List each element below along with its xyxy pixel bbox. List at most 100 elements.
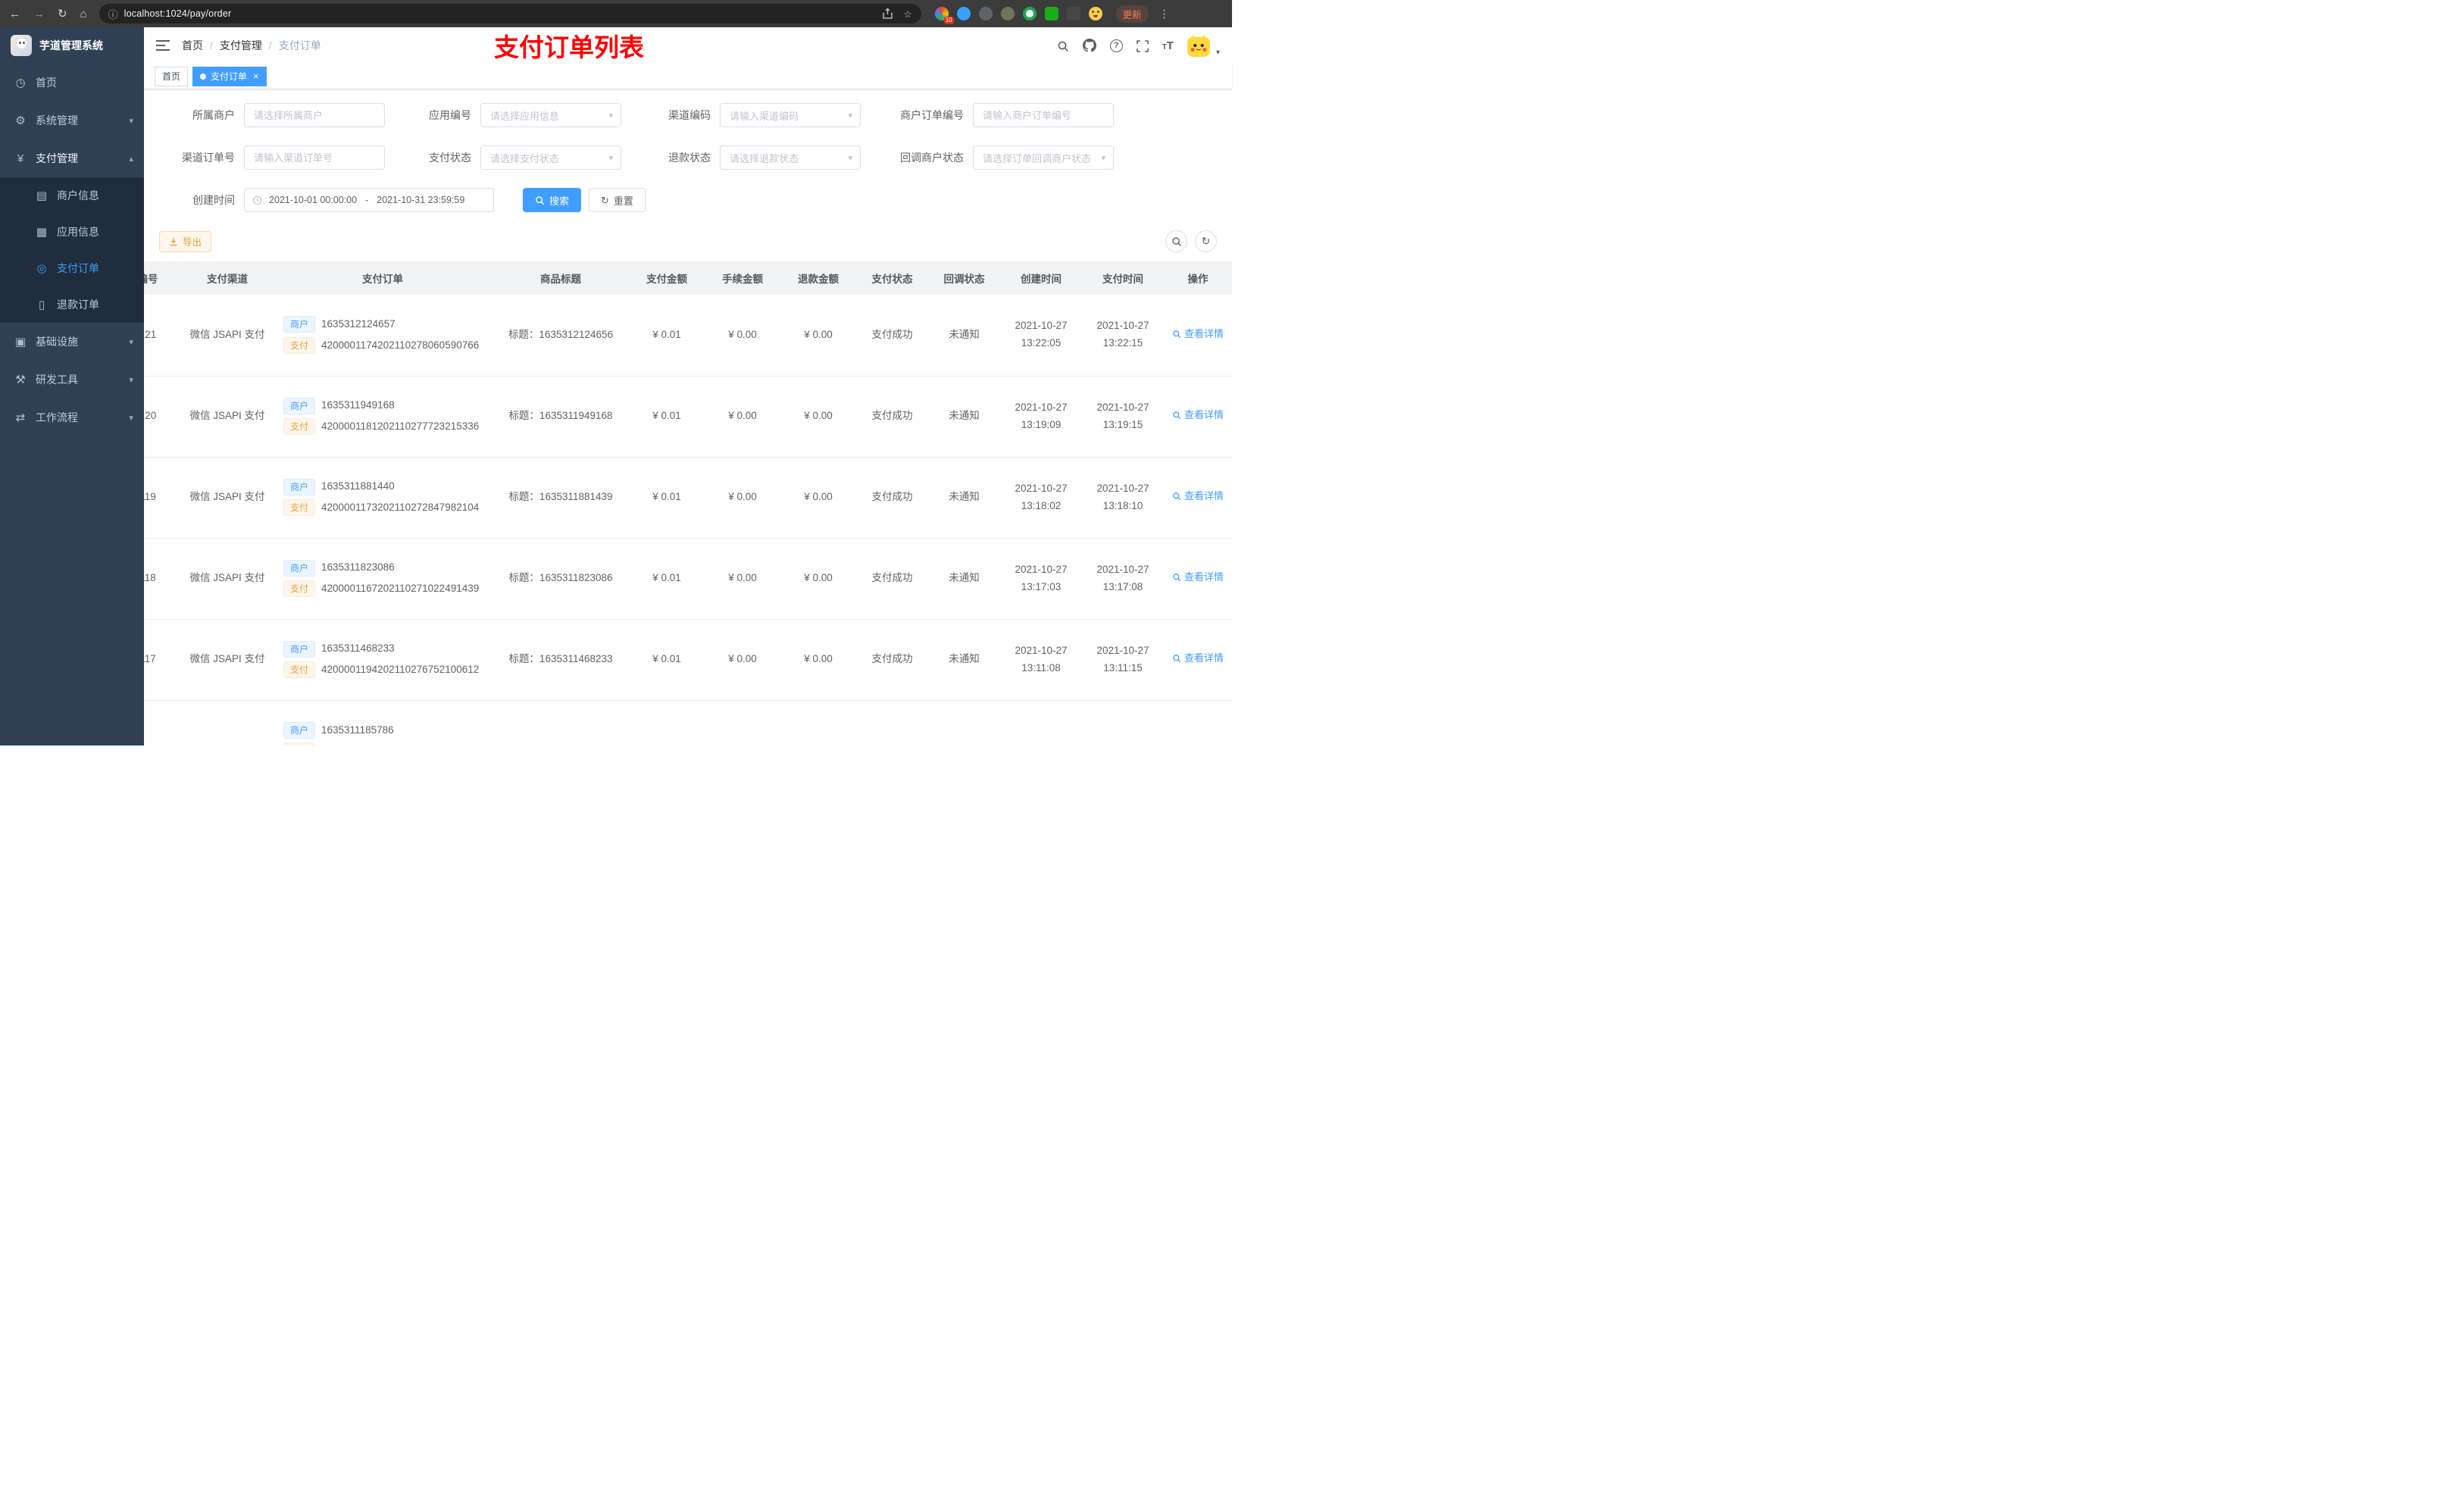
cell-pay-order: 商户 1635311881440 支付 42000011732021102728… <box>273 457 492 539</box>
pay-tag: 支付 <box>283 337 316 355</box>
filter-create-time: 创建时间 2021-10-01 00:00:00 - 2021-10-31 23… <box>159 188 494 212</box>
extension-icon-puzzle[interactable] <box>1066 7 1080 20</box>
browser-update-button[interactable]: 更新 <box>1115 5 1149 23</box>
sidebar-item-pay[interactable]: ¥ 支付管理 ▴ <box>0 139 144 177</box>
github-icon[interactable] <box>1082 39 1096 52</box>
cell-channel: 微信 JSAPI 支付 <box>182 376 273 458</box>
sidebar-item-merchant-info[interactable]: ▤ 商户信息 <box>0 177 144 214</box>
extension-icon-blue[interactable] <box>956 7 971 20</box>
cell-fee: ¥ 0.00 <box>705 457 780 539</box>
browser-reload-icon[interactable]: ↻ <box>58 7 67 20</box>
tab-home[interactable]: 首页 <box>155 66 189 86</box>
pay-order-no: 4200001194202110276752100612 <box>321 664 480 675</box>
cell-title: 标题：1635311881439 <box>492 457 629 539</box>
search-button[interactable]: 搜索 <box>523 188 582 212</box>
cell-channel: 微信 JSAPI 支付 <box>182 619 273 701</box>
cell-action: 查看详情 <box>1164 295 1232 377</box>
extension-icon-colorful[interactable]: 10 <box>934 7 954 24</box>
sidebar-item-app-info[interactable]: ▦ 应用信息 <box>0 214 144 250</box>
chevron-down-icon[interactable]: ▾ <box>1216 48 1220 57</box>
address-bar[interactable]: ⓘ localhost:1024/pay/order ☆ <box>98 4 921 23</box>
merchant-order-no-input[interactable] <box>973 103 1114 127</box>
target-icon: ◎ <box>36 262 47 275</box>
avatar[interactable] <box>1187 34 1210 57</box>
pay-tag: 支付 <box>283 661 316 679</box>
merchant-order-no: 1635311823086 <box>321 561 395 574</box>
cell-refund: ¥ 0.00 <box>780 619 856 701</box>
sidebar-item-dev-tools[interactable]: ⚒ 研发工具 ▾ <box>0 361 144 399</box>
sidebar-item-system[interactable]: ⚙ 系统管理 ▾ <box>0 102 144 139</box>
extension-icon-grey[interactable] <box>978 7 993 20</box>
filter-merchant-order-no: 商户订单编号 <box>880 103 1114 127</box>
breadcrumb-home[interactable]: 首页 <box>182 38 203 53</box>
merchant-order-no: 1635311949168 <box>321 399 395 411</box>
browser-back-icon[interactable]: ← <box>9 8 20 20</box>
refund-status-select[interactable]: 请选择退款状态 ▾ <box>720 145 861 170</box>
search-icon[interactable] <box>1057 39 1069 52</box>
site-info-icon[interactable]: ⓘ <box>108 7 118 21</box>
browser-menu-icon[interactable]: ⋮ <box>1159 8 1170 20</box>
tab-close-icon[interactable]: × <box>253 71 259 81</box>
reset-button[interactable]: ↻ 重置 <box>589 188 646 212</box>
notify-status-select[interactable]: 请选择订单回调商户状态 ▾ <box>973 145 1114 170</box>
sidebar-item-pay-order[interactable]: ◎ 支付订单 <box>0 250 144 286</box>
table-header-cell: 回调状态 <box>928 261 1000 295</box>
active-dot <box>200 73 207 80</box>
channel-order-no-input[interactable] <box>244 145 385 170</box>
search-button-label: 搜索 <box>549 195 570 207</box>
create-time-range-picker[interactable]: 2021-10-01 00:00:00 - 2021-10-31 23:59:5… <box>244 188 494 212</box>
table-header-cell: 支付渠道 <box>182 261 273 295</box>
sidebar-toggle-icon[interactable] <box>156 39 170 52</box>
font-size-icon[interactable]: TT <box>1162 39 1174 52</box>
merchant-input[interactable] <box>244 103 385 127</box>
sidebar-item-infra[interactable]: ▣ 基础设施 ▾ <box>0 323 144 361</box>
extension-icon-green-ring[interactable] <box>1022 7 1037 20</box>
cell-notify-status: 未通知 <box>928 295 1000 377</box>
toggle-search-icon[interactable] <box>1165 230 1187 252</box>
app-logo[interactable]: 芋道管理系统 <box>0 27 144 64</box>
channel-code-select[interactable]: 请输入渠道编码 ▾ <box>720 103 861 127</box>
view-detail-link[interactable]: 查看详情 <box>1172 650 1224 667</box>
clock-icon <box>252 195 262 205</box>
view-detail-link[interactable]: 查看详情 <box>1172 488 1224 505</box>
extension-icon-emoji[interactable] <box>1088 7 1102 20</box>
browser-home-icon[interactable]: ⌂ <box>80 8 87 20</box>
cell-id: 118 <box>144 538 182 620</box>
filter-row-3: 创建时间 2021-10-01 00:00:00 - 2021-10-31 23… <box>159 188 1217 212</box>
cell-amount: ¥ 0.01 <box>629 295 705 377</box>
tab-pay-order[interactable]: 支付订单 × <box>192 66 267 86</box>
sidebar-item-refund-order[interactable]: ▯ 退款订单 <box>0 286 144 323</box>
cell-fee: ¥ 0.00 <box>705 295 780 377</box>
browser-chrome: ← → ↻ ⌂ ⓘ localhost:1024/pay/order ☆ 10 <box>0 0 1232 27</box>
cell-fee: ¥ 0.00 <box>705 538 780 620</box>
orders-table-viewport[interactable]: 编号 支付渠道 支付订单 商品标题 支付金额 手续金额 退款金额 支付状态 回调… <box>144 261 1232 746</box>
app-select[interactable]: 请选择应用信息 ▾ <box>480 103 621 127</box>
breadcrumb-separator: / <box>268 39 272 52</box>
table-header-cell: 手续金额 <box>705 261 780 295</box>
view-detail-link[interactable]: 查看详情 <box>1172 569 1224 586</box>
sidebar-item-home[interactable]: ◷ 首页 <box>0 64 144 102</box>
cell-refund: ¥ 0.00 <box>780 376 856 458</box>
browser-forward-icon[interactable]: → <box>33 8 45 20</box>
table-body: 121 微信 JSAPI 支付 商户 1635312124657 支付 4200… <box>144 295 1232 746</box>
refresh-icon: ↻ <box>601 194 609 206</box>
breadcrumb: 首页 / 支付管理 / 支付订单 <box>182 38 321 53</box>
export-button[interactable]: 导出 <box>159 230 212 252</box>
refresh-table-icon[interactable]: ↻ <box>1195 230 1217 252</box>
view-detail-link[interactable]: 查看详情 <box>1172 326 1224 342</box>
view-detail-link[interactable]: 查看详情 <box>1172 407 1224 424</box>
cell-action: 查看详情 <box>1164 619 1232 701</box>
chevron-up-icon: ▴ <box>129 154 133 164</box>
bookmark-star-icon[interactable]: ☆ <box>903 8 911 20</box>
pay-status-select[interactable]: 请选择支付状态 ▾ <box>480 145 621 170</box>
fullscreen-icon[interactable] <box>1136 39 1149 52</box>
sidebar-item-workflow[interactable]: ⇄ 工作流程 ▾ <box>0 399 144 436</box>
breadcrumb-section[interactable]: 支付管理 <box>220 38 262 53</box>
date-end-value: 2021-10-31 23:59:59 <box>377 195 465 205</box>
help-icon[interactable]: ? <box>1109 39 1123 52</box>
cell-action: 查看详情 <box>1164 376 1232 458</box>
share-icon[interactable] <box>883 8 893 20</box>
extension-icon-olive[interactable] <box>1000 7 1015 20</box>
chevron-down-icon: ▾ <box>129 413 133 423</box>
extension-icon-green-square[interactable] <box>1044 7 1058 20</box>
